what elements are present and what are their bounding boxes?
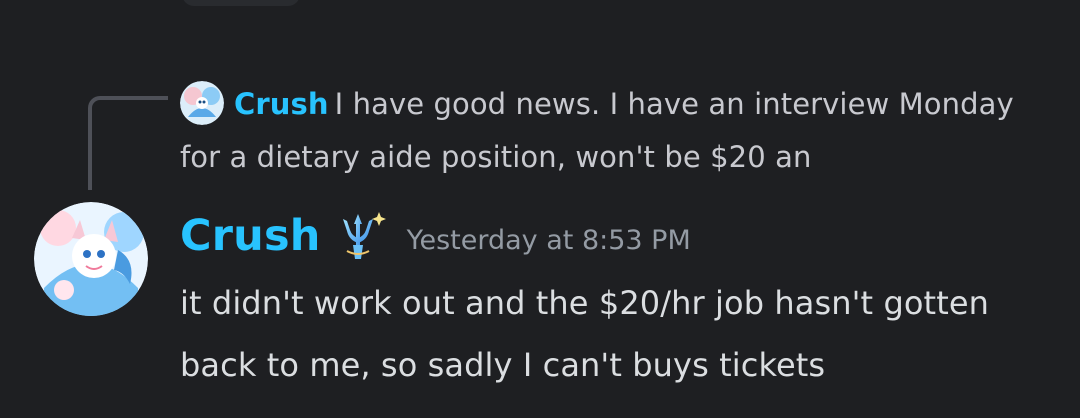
reply-avatar[interactable] xyxy=(180,81,224,125)
trident-icon[interactable] xyxy=(329,207,387,265)
avatar-image xyxy=(34,202,148,316)
author-name[interactable]: Crush xyxy=(180,211,321,261)
previous-message-element xyxy=(182,0,300,6)
timestamp[interactable]: Yesterday at 8:53 PM xyxy=(407,225,691,256)
role-icon-graphic xyxy=(342,212,386,259)
reply-preview[interactable]: Crush I have good news. I have an intervi… xyxy=(180,78,1040,184)
message-text: it didn't work out and the $20/hr job ha… xyxy=(180,284,990,384)
reply-author-name[interactable]: Crush xyxy=(234,87,329,121)
message-header: Crush Yesterday at 8:53 PM xyxy=(180,205,691,267)
author-avatar[interactable] xyxy=(34,202,148,316)
reply-connector xyxy=(88,96,168,190)
chat-message-view: Crush I have good news. I have an intervi… xyxy=(0,0,1080,418)
reply-avatar-image xyxy=(180,81,224,125)
